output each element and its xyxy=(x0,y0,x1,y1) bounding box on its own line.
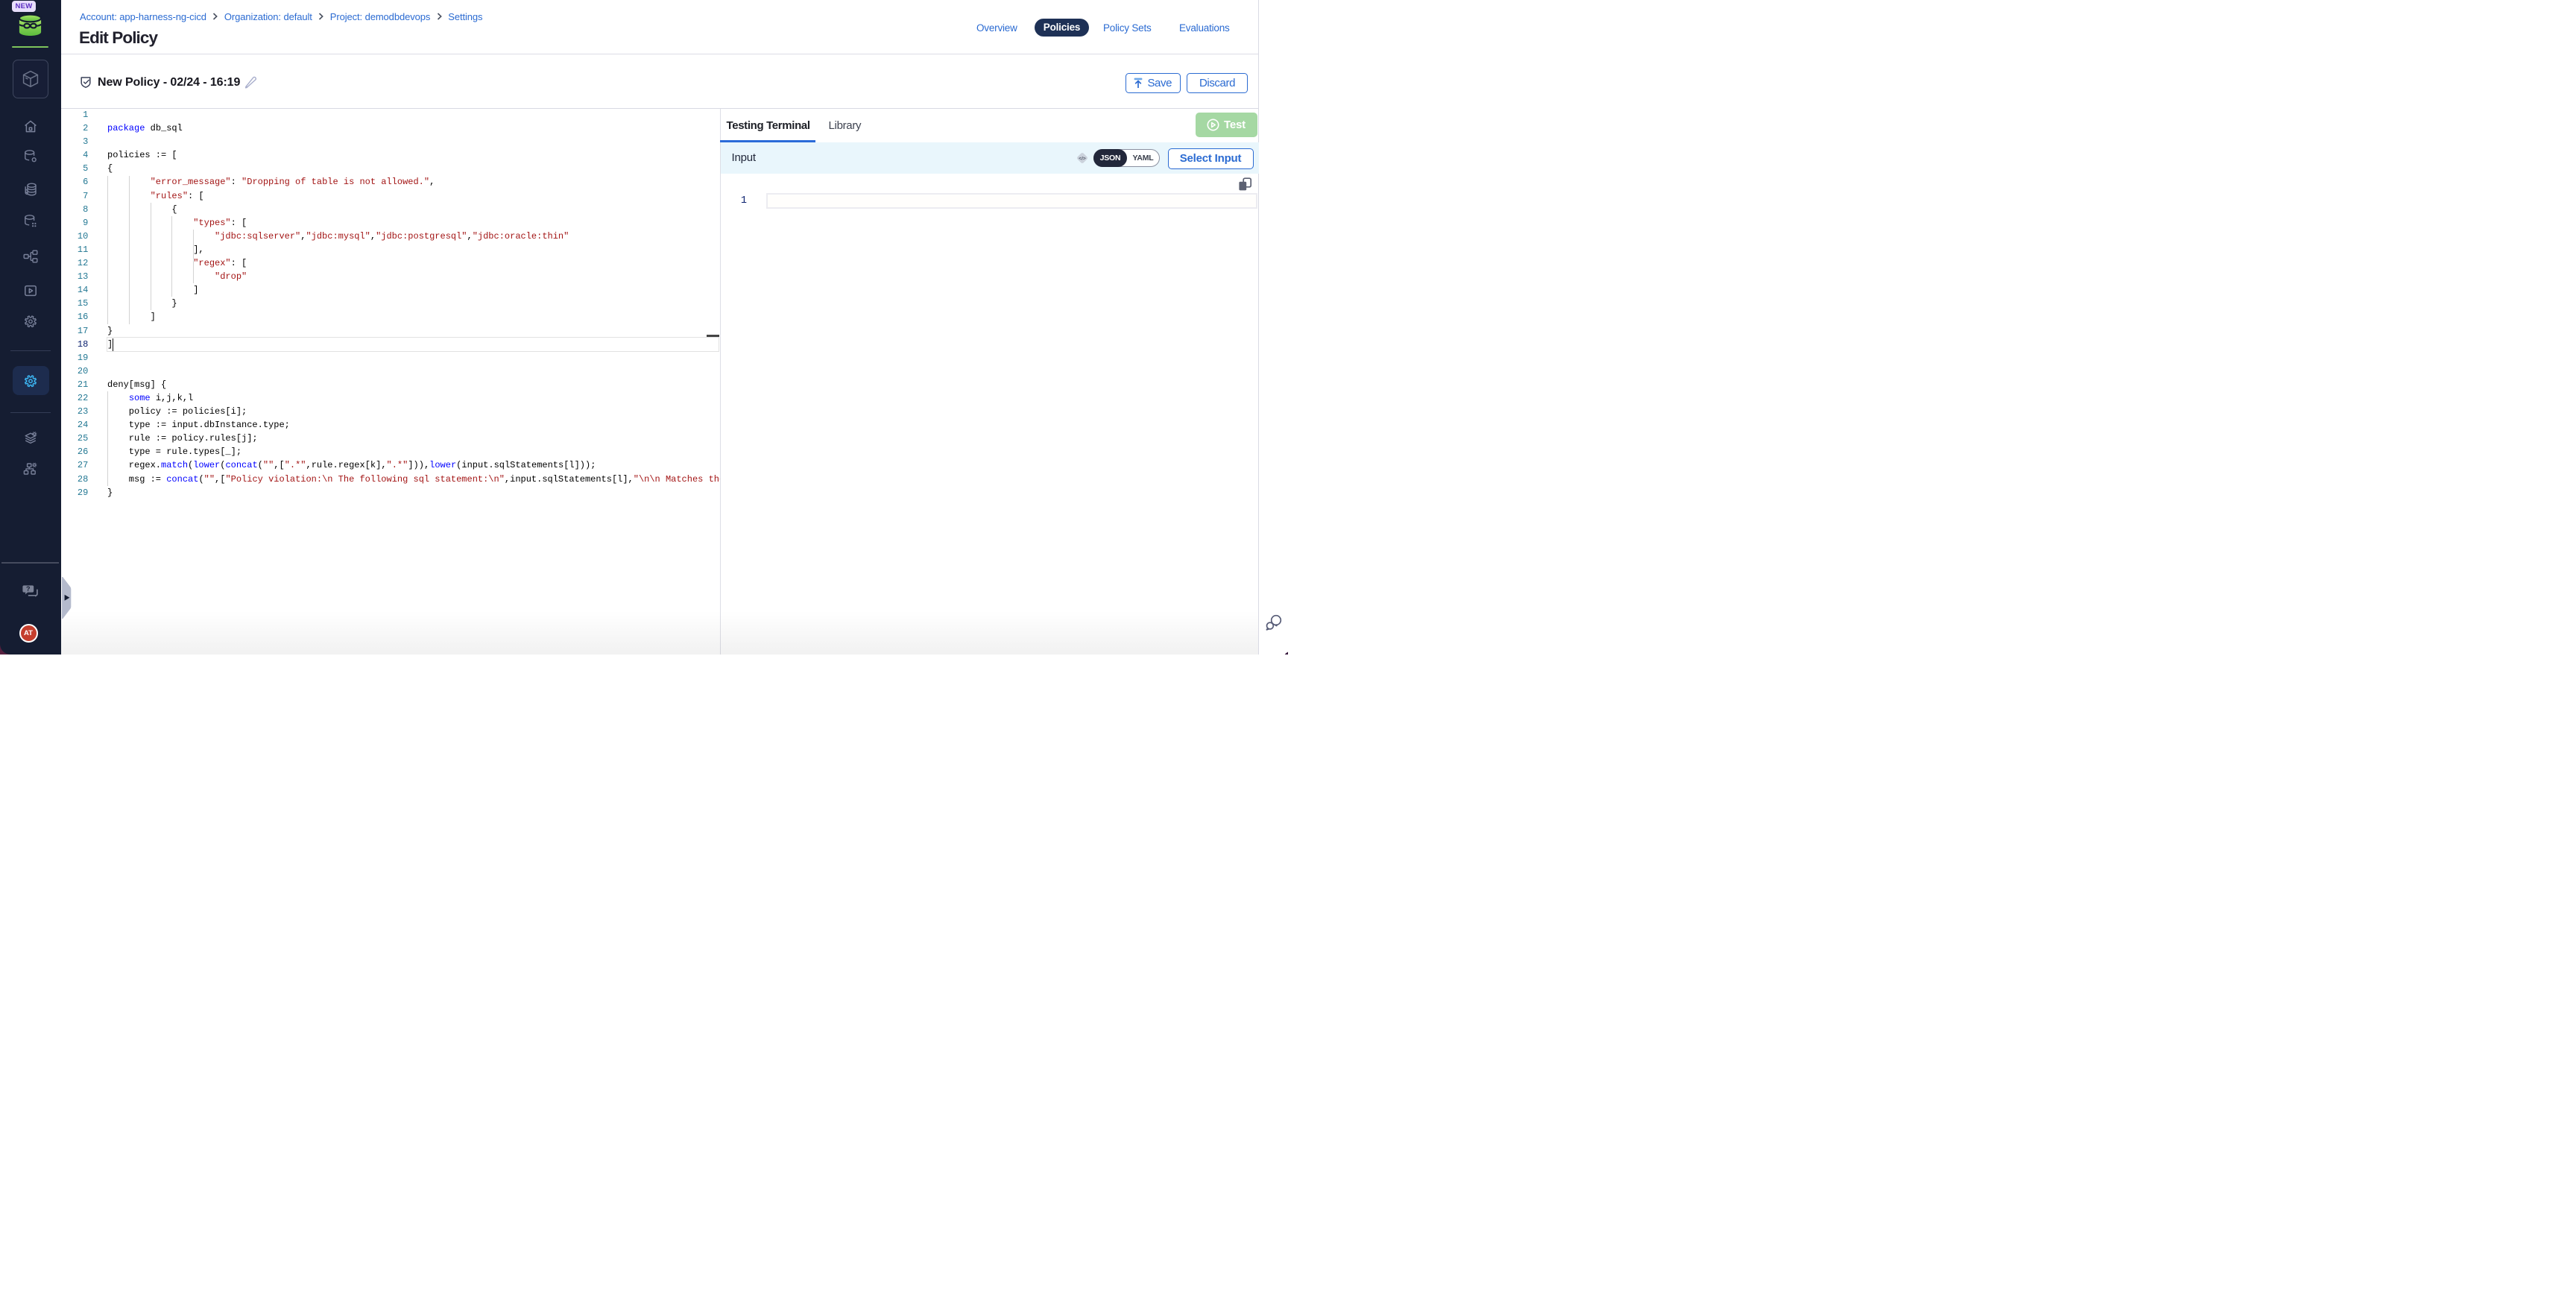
svg-text:?: ? xyxy=(26,585,31,593)
svg-text:</>: </> xyxy=(1079,156,1086,161)
